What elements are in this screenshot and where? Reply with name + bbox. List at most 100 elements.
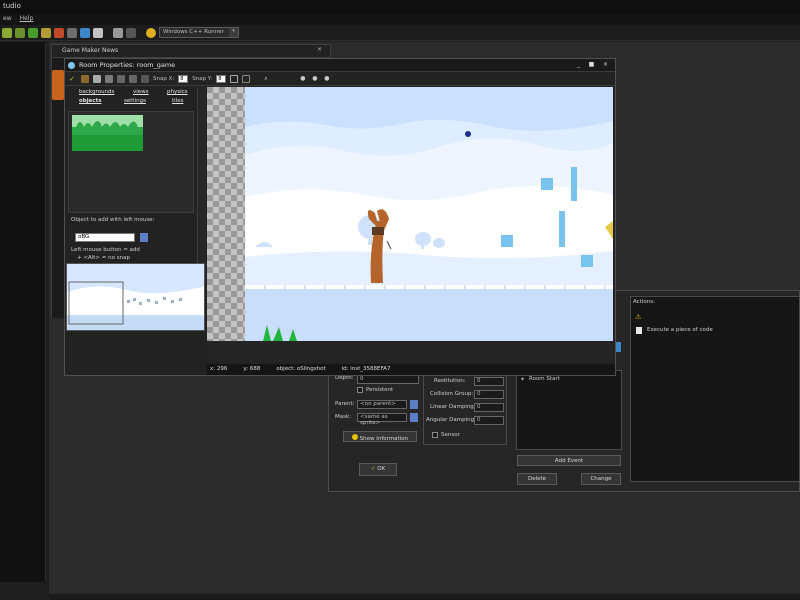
zoom-icon[interactable]: ⌕ xyxy=(264,75,272,83)
debug-icon[interactable] xyxy=(41,27,51,38)
tab-physics[interactable]: physics xyxy=(167,89,188,95)
check-icon: ✓ xyxy=(370,466,376,472)
target-select[interactable]: Windows C++ Runner ▾ xyxy=(159,27,239,38)
sort-icon[interactable] xyxy=(117,74,125,83)
room-view[interactable] xyxy=(245,87,613,341)
plus-icon[interactable] xyxy=(126,27,136,38)
parent-field[interactable]: <no parent> xyxy=(357,400,407,409)
room-toolbar: ✓ Snap X: 8 Snap Y: 8 ⌕ ● ● ● xyxy=(65,72,615,86)
grass-sprite xyxy=(72,115,143,151)
collision-group-label: Collision Group: xyxy=(430,391,474,397)
event-item-room-start[interactable]: Room Start xyxy=(529,376,560,382)
change-button[interactable]: Change xyxy=(581,473,621,485)
parent-label: Parent: xyxy=(335,401,355,407)
target-select-value: Windows C++ Runner xyxy=(163,29,224,35)
coin-icon[interactable] xyxy=(146,27,156,38)
transparent-checker xyxy=(207,87,245,341)
resource-tree-pane xyxy=(0,42,46,582)
warning-icon: ⚠ xyxy=(635,313,642,321)
room-window-titlebar[interactable]: Room Properties: room_game xyxy=(65,59,615,72)
run-icon[interactable] xyxy=(28,27,38,38)
undo-icon[interactable] xyxy=(81,74,89,83)
globe-icon[interactable] xyxy=(80,27,90,38)
left-panel-scrollbar[interactable] xyxy=(197,87,206,292)
chevron-down-icon[interactable]: ▾ xyxy=(229,28,238,37)
tab-tiles[interactable]: tiles xyxy=(172,98,183,104)
help-text-no-snap: + <Alt> = no snap xyxy=(77,255,130,261)
snap-y-field[interactable]: 8 xyxy=(216,74,227,83)
delete-button[interactable]: Delete xyxy=(517,473,557,485)
sensor-checkbox[interactable] xyxy=(432,432,438,438)
ok-button[interactable]: ✓ OK xyxy=(359,463,397,476)
object-preview xyxy=(68,111,194,213)
clear-icon[interactable] xyxy=(93,74,101,83)
view-show-background-icon[interactable]: ● xyxy=(324,75,332,83)
collision-group-field[interactable]: 0 xyxy=(474,390,504,399)
delete-label: Delete xyxy=(527,476,547,482)
tab-backgrounds[interactable]: backgrounds xyxy=(79,89,114,95)
show-information-label: Show Information xyxy=(359,436,409,442)
angular-damping-field[interactable]: 0 xyxy=(474,416,504,425)
maximize-icon[interactable]: ■ xyxy=(587,61,596,69)
restitution-field[interactable]: 0 xyxy=(474,377,504,386)
object-sprite-thumbnail[interactable] xyxy=(72,115,143,151)
view-show-objects-icon[interactable]: ● xyxy=(300,75,308,83)
show-information-button[interactable]: Show Information xyxy=(343,431,417,442)
app-titlebar: tudio xyxy=(0,0,800,14)
tab-views[interactable]: views xyxy=(133,89,149,95)
add-event-button[interactable]: Add Event xyxy=(517,455,621,466)
lock-icon[interactable] xyxy=(129,74,137,83)
event-panel-scroll-marker xyxy=(616,342,621,352)
tab-objects[interactable]: objects xyxy=(79,98,102,104)
object-to-add-field[interactable]: oBG xyxy=(75,233,135,242)
news-close-icon[interactable]: × xyxy=(317,46,322,53)
status-object: object: oSlingshot xyxy=(276,366,326,372)
news-window-title: Game Maker News xyxy=(62,47,119,54)
actions-title: Actions: xyxy=(633,299,655,305)
snap-x-field[interactable]: 8 xyxy=(178,74,189,83)
parent-browse-icon[interactable] xyxy=(410,400,418,409)
view-show-tiles-icon[interactable]: ● xyxy=(312,75,320,83)
list-icon[interactable] xyxy=(113,27,123,38)
grid-icon[interactable] xyxy=(230,74,239,83)
object-browse-icon[interactable] xyxy=(140,233,148,242)
action-item-execute-code[interactable]: Execute a piece of code xyxy=(647,327,713,333)
depth-field[interactable]: 0 xyxy=(357,375,419,384)
news-window-titlebar[interactable]: Game Maker News × xyxy=(51,44,331,58)
tab-settings[interactable]: settings xyxy=(124,98,146,104)
linear-damping-field[interactable]: 0 xyxy=(474,403,504,412)
mask-browse-icon[interactable] xyxy=(410,413,418,422)
close-icon[interactable]: × xyxy=(601,61,610,69)
save-icon[interactable] xyxy=(2,27,12,38)
settings-icon[interactable] xyxy=(93,27,103,38)
snap-icon[interactable] xyxy=(141,74,149,83)
save-as-icon[interactable] xyxy=(15,27,25,38)
info-icon xyxy=(351,434,358,440)
stop-icon[interactable] xyxy=(54,27,64,38)
actions-panel: Actions: ⚠ Execute a piece of code xyxy=(630,296,800,482)
linear-damping-label: Linear Damping: xyxy=(430,404,476,410)
clean-icon[interactable] xyxy=(67,27,77,38)
ok-check-icon[interactable]: ✓ xyxy=(69,75,77,83)
room-status-bar: x: 296 y: 688 object: oSlingshot id: ins… xyxy=(207,364,615,375)
events-list[interactable]: ✦ Room Start xyxy=(516,370,622,450)
room-properties-window: Room Properties: room_game _ ■ × ✓ Snap … xyxy=(64,58,616,376)
room-scene xyxy=(245,87,613,341)
persistent-checkbox[interactable] xyxy=(357,387,363,393)
minimize-icon[interactable]: _ xyxy=(574,61,583,69)
help-text-add: Left mouse button = add xyxy=(71,247,140,253)
room-window-icon xyxy=(68,62,75,69)
menu-item-view[interactable]: ew xyxy=(3,15,12,24)
code-file-icon xyxy=(636,327,642,334)
isometric-icon[interactable] xyxy=(242,74,251,83)
room-minimap[interactable] xyxy=(66,263,205,331)
canvas-horizontal-scrollbar[interactable] xyxy=(207,341,613,363)
mask-field[interactable]: <same as sprite> xyxy=(357,413,407,426)
room-start-event-icon: ✦ xyxy=(520,376,526,383)
room-canvas[interactable] xyxy=(207,87,615,363)
status-instance-id: id: inst_3588EFA7 xyxy=(341,366,391,372)
menu-item-help[interactable]: Help xyxy=(20,15,34,24)
object-to-add-label: Object to add with left mouse: xyxy=(71,217,155,223)
persistent-label: Persistent xyxy=(366,387,394,393)
shift-icon[interactable] xyxy=(105,74,113,83)
